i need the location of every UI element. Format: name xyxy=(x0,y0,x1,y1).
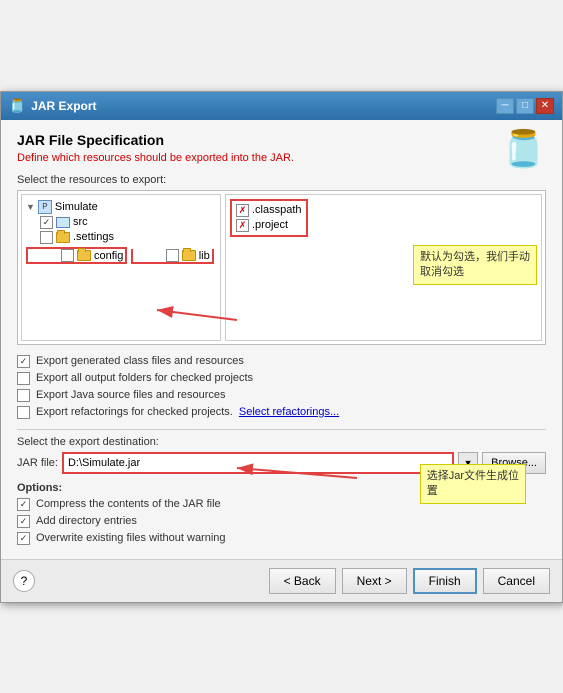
jar-export-window: 🫙 JAR Export ─ □ ✕ JAR File Specificatio… xyxy=(0,91,563,603)
annotation-box-2: 选择Jar文件生成位置 xyxy=(420,464,526,505)
folder-icon-lib xyxy=(182,250,196,261)
checkbox-lib[interactable] xyxy=(166,249,179,262)
sub-option-row-3: Overwrite existing files without warning xyxy=(17,530,546,547)
resource-label: Select the resources to export: xyxy=(17,174,546,186)
checkbox-sub3[interactable] xyxy=(17,532,30,545)
tree-item-project[interactable]: ▼ P Simulate xyxy=(26,199,216,215)
label-lib: lib xyxy=(199,250,210,262)
right-pane: .classpath .project 默认为勾选，我们手动取消勾选 xyxy=(225,194,542,341)
sub-opt1-label: Compress the contents of the JAR file xyxy=(36,498,221,510)
right-item-classpath[interactable]: .classpath xyxy=(236,203,302,218)
maximize-button[interactable]: □ xyxy=(516,98,534,114)
bottom-bar: ? < Back Next > Finish Cancel xyxy=(1,559,562,602)
checkbox-opt4[interactable] xyxy=(17,406,30,419)
checkbox-config[interactable] xyxy=(61,249,74,262)
close-button[interactable]: ✕ xyxy=(536,98,554,114)
title-bar: 🫙 JAR Export ─ □ ✕ xyxy=(1,92,562,120)
jar-file-input[interactable] xyxy=(62,452,454,474)
opt4-label: Export refactorings for checked projects… xyxy=(36,406,233,418)
checkbox-project-file[interactable] xyxy=(236,219,249,232)
opt3-label: Export Java source files and resources xyxy=(36,389,226,401)
label-project: .project xyxy=(252,219,288,231)
option-row-2: Export all output folders for checked pr… xyxy=(17,370,546,387)
checkbox-classpath[interactable] xyxy=(236,204,249,217)
finish-button[interactable]: Finish xyxy=(413,568,477,594)
select-refactorings-link[interactable]: Select refactorings... xyxy=(239,406,339,418)
opt2-label: Export all output folders for checked pr… xyxy=(36,372,253,384)
window-icon: 🫙 xyxy=(9,98,25,114)
tree-item-src[interactable]: src xyxy=(26,215,216,230)
section-desc: Define which resources should be exporte… xyxy=(17,152,294,164)
checkbox-sub2[interactable] xyxy=(17,515,30,528)
title-bar-left: 🫙 JAR Export xyxy=(9,98,97,114)
highlight-lib: lib xyxy=(131,249,214,264)
project-label: Simulate xyxy=(55,201,98,213)
main-content: JAR File Specification Define which reso… xyxy=(1,120,562,559)
label-classpath: .classpath xyxy=(252,204,302,216)
jar-file-label: JAR file: xyxy=(17,457,58,469)
tree-item-lib[interactable]: lib xyxy=(135,249,210,262)
sub-opt2-label: Add directory entries xyxy=(36,515,137,527)
export-dest-section: Select the export destination: JAR file:… xyxy=(17,436,546,474)
minimize-button[interactable]: ─ xyxy=(496,98,514,114)
checkbox-src[interactable] xyxy=(40,216,53,229)
export-options: Export generated class files and resourc… xyxy=(17,353,546,421)
project-icon: P xyxy=(38,200,52,214)
label-settings: .settings xyxy=(73,231,114,243)
label-config: config xyxy=(94,250,123,262)
label-src: src xyxy=(73,216,88,228)
divider-1 xyxy=(17,429,546,430)
sub-option-row-2: Add directory entries xyxy=(17,513,546,530)
folder-icon-settings xyxy=(56,232,70,243)
checkbox-opt1[interactable] xyxy=(17,355,30,368)
package-icon-src xyxy=(56,217,70,228)
checkbox-opt2[interactable] xyxy=(17,372,30,385)
option-row-1: Export generated class files and resourc… xyxy=(17,353,546,370)
resource-panel: ▼ P Simulate src .settings xyxy=(17,190,546,345)
back-button[interactable]: < Back xyxy=(269,568,336,594)
sub-opt3-label: Overwrite existing files without warning xyxy=(36,532,226,544)
folder-icon-config xyxy=(77,250,91,261)
option-row-3: Export Java source files and resources xyxy=(17,387,546,404)
opt1-label: Export generated class files and resourc… xyxy=(36,355,244,367)
help-button[interactable]: ? xyxy=(13,570,35,592)
checkbox-opt3[interactable] xyxy=(17,389,30,402)
section-title: JAR File Specification xyxy=(17,132,294,148)
export-dest-label: Select the export destination: xyxy=(17,436,546,448)
tree-item-settings[interactable]: .settings xyxy=(26,230,216,245)
checkbox-settings[interactable] xyxy=(40,231,53,244)
expand-icon: ▼ xyxy=(26,202,35,212)
right-item-project[interactable]: .project xyxy=(236,218,302,233)
jar-icon: 🫙 xyxy=(501,128,546,170)
window-title: JAR Export xyxy=(31,99,96,113)
cancel-button[interactable]: Cancel xyxy=(483,568,550,594)
nav-buttons: < Back Next > Finish Cancel xyxy=(269,568,550,594)
option-row-4: Export refactorings for checked projects… xyxy=(17,404,546,421)
right-pane-highlight: .classpath .project xyxy=(230,199,308,237)
next-button[interactable]: Next > xyxy=(342,568,407,594)
highlight-config: config xyxy=(26,247,127,264)
title-bar-buttons: ─ □ ✕ xyxy=(496,98,554,114)
tree-item-config[interactable]: config xyxy=(30,249,123,262)
checkbox-sub1[interactable] xyxy=(17,498,30,511)
tree-pane: ▼ P Simulate src .settings xyxy=(21,194,221,341)
annotation-box-1: 默认为勾选，我们手动取消勾选 xyxy=(413,245,537,286)
